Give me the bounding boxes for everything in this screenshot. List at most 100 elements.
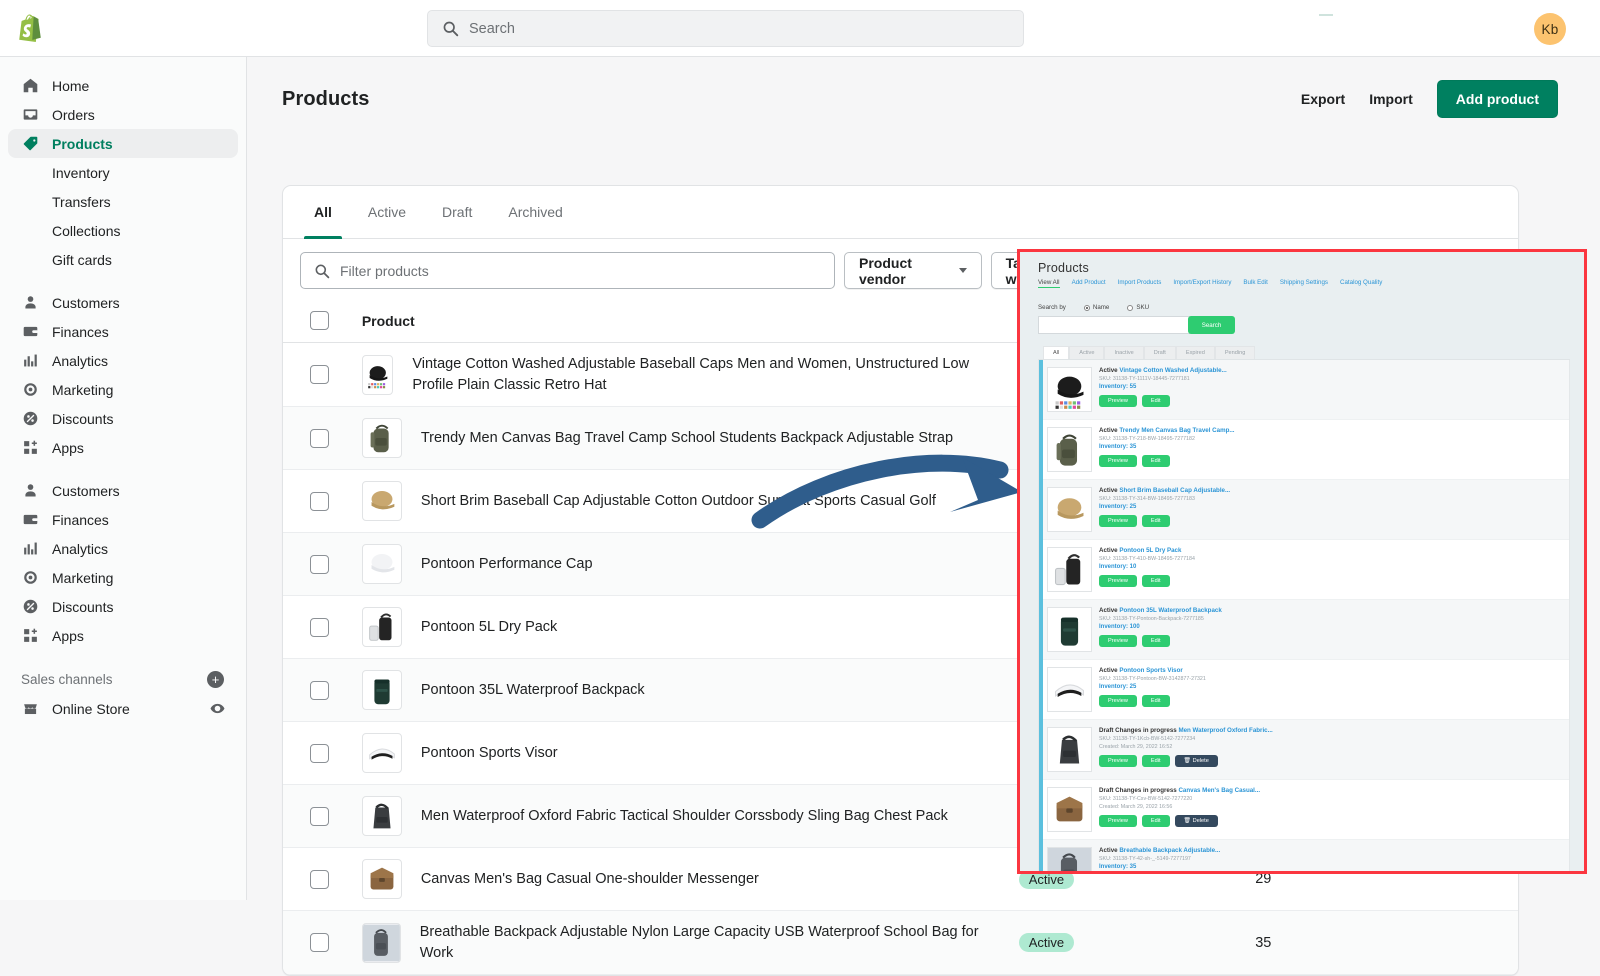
row-checkbox[interactable] [310, 491, 329, 511]
product-name[interactable]: Pontoon 35L Waterproof Backpack [421, 680, 645, 701]
sidebar-item-marketing[interactable]: Marketing [8, 375, 238, 404]
overlay-delete-button[interactable]: 🗑 Delete [1174, 815, 1218, 827]
sidebar-item-analytics-2[interactable]: Analytics [8, 534, 238, 563]
overlay-nav-link[interactable]: Shipping Settings [1280, 279, 1328, 288]
sidebar-item-customers-2[interactable]: Customers [8, 476, 238, 505]
overlay-product-row[interactable]: Draft Changes in progress Men Waterproof… [1039, 720, 1569, 780]
sidebar-item-marketing-2[interactable]: Marketing [8, 563, 238, 592]
overlay-edit-button[interactable]: Edit [1141, 515, 1170, 527]
user-avatar[interactable]: Kb [1534, 13, 1566, 45]
product-vendor-filter[interactable]: Product vendor [844, 252, 982, 289]
overlay-preview-button[interactable]: Preview [1099, 455, 1137, 467]
overlay-tab[interactable]: Pending [1214, 346, 1256, 359]
add-channel-icon[interactable]: + [207, 670, 224, 688]
overlay-tab[interactable]: Inactive [1104, 346, 1144, 359]
product-name[interactable]: Short Brim Baseball Cap Adjustable Cotto… [421, 491, 936, 512]
overlay-product-link[interactable]: Vintage Cotton Washed Adjustable... [1119, 367, 1226, 374]
overlay-search-button[interactable]: Search [1188, 316, 1235, 334]
shopify-logo[interactable] [0, 14, 60, 42]
sidebar-item-gift-cards[interactable]: Gift cards [8, 245, 238, 274]
col-product[interactable]: Product [361, 302, 1019, 343]
overlay-preview-button[interactable]: Preview [1099, 575, 1137, 587]
overlay-product-link[interactable]: Short Brim Baseball Cap Adjustable... [1119, 487, 1230, 494]
overlay-edit-button[interactable]: Edit [1141, 395, 1170, 407]
overlay-preview-button[interactable]: Preview [1099, 755, 1137, 767]
overlay-product-row[interactable]: Draft Changes in progress Canvas Men's B… [1039, 780, 1569, 840]
tab-all[interactable]: All [296, 186, 350, 239]
export-button[interactable]: Export [1301, 91, 1345, 107]
overlay-product-link[interactable]: Trendy Men Canvas Bag Travel Camp... [1119, 427, 1234, 434]
product-name[interactable]: Vintage Cotton Washed Adjustable Basebal… [412, 354, 998, 395]
overlay-nav-link[interactable]: Add Product [1072, 279, 1106, 288]
tab-draft[interactable]: Draft [424, 186, 490, 238]
overlay-nav-link[interactable]: Import/Export History [1173, 279, 1231, 288]
overlay-product-row[interactable]: Active Pontoon 5L Dry Pack SKU: 31138-TY-… [1039, 540, 1569, 600]
sidebar-item-products[interactable]: Products [8, 129, 238, 158]
sidebar-item-online-store[interactable]: Online Store [8, 694, 238, 723]
global-search-input[interactable]: Search [427, 10, 1024, 47]
overlay-preview-button[interactable]: Preview [1099, 815, 1137, 827]
add-product-button[interactable]: Add product [1436, 80, 1558, 118]
overlay-edit-button[interactable]: Edit [1141, 455, 1170, 467]
sidebar-item-discounts[interactable]: Discounts [8, 404, 238, 433]
overlay-product-row[interactable]: Active Pontoon 35L Waterproof Backpack SK… [1039, 600, 1569, 660]
product-name[interactable]: Pontoon Sports Visor [421, 743, 558, 764]
row-checkbox[interactable] [310, 743, 329, 763]
overlay-nav-link[interactable]: View All [1038, 279, 1060, 288]
product-name[interactable]: Pontoon 5L Dry Pack [421, 617, 557, 638]
tab-active[interactable]: Active [350, 186, 424, 238]
row-checkbox[interactable] [310, 365, 329, 385]
sidebar-item-apps-2[interactable]: Apps [8, 621, 238, 650]
overlay-tab[interactable]: Draft [1143, 346, 1176, 359]
overlay-nav-link[interactable]: Bulk Edit [1243, 279, 1267, 288]
sidebar-item-apps[interactable]: Apps [8, 433, 238, 462]
overlay-radio-sku[interactable]: SKU [1127, 304, 1149, 311]
sidebar-item-analytics[interactable]: Analytics [8, 346, 238, 375]
overlay-product-link[interactable]: Men Waterproof Oxford Fabric... [1178, 727, 1272, 734]
row-checkbox[interactable] [310, 428, 329, 448]
table-row[interactable]: Breathable Backpack Adjustable Nylon Lar… [283, 910, 1518, 976]
overlay-edit-button[interactable]: Edit [1141, 695, 1170, 707]
overlay-preview-button[interactable]: Preview [1099, 395, 1137, 407]
overlay-preview-button[interactable]: Preview [1099, 635, 1137, 647]
overlay-tab[interactable]: All [1043, 346, 1070, 359]
sidebar-item-orders[interactable]: Orders [8, 100, 238, 129]
product-name[interactable]: Pontoon Performance Cap [421, 554, 593, 575]
sidebar-item-home[interactable]: Home [8, 71, 238, 100]
sidebar-item-inventory[interactable]: Inventory [8, 158, 238, 187]
overlay-search-input[interactable] [1038, 316, 1190, 334]
product-name[interactable]: Breathable Backpack Adjustable Nylon Lar… [420, 922, 999, 963]
overlay-product-link[interactable]: Pontoon 35L Waterproof Backpack [1119, 607, 1221, 614]
overlay-delete-button[interactable]: 🗑 Delete [1174, 755, 1218, 767]
overlay-tab[interactable]: Expired [1175, 346, 1215, 359]
product-name[interactable]: Men Waterproof Oxford Fabric Tactical Sh… [421, 806, 948, 827]
overlay-nav-link[interactable]: Catalog Quality [1340, 279, 1382, 288]
sidebar-item-transfers[interactable]: Transfers [8, 187, 238, 216]
product-name[interactable]: Canvas Men's Bag Casual One-shoulder Mes… [421, 869, 759, 890]
row-checkbox[interactable] [310, 617, 329, 637]
sidebar-item-finances[interactable]: Finances [8, 317, 238, 346]
row-checkbox[interactable] [310, 806, 329, 826]
overlay-product-row[interactable]: Active Trendy Men Canvas Bag Travel Camp… [1039, 420, 1569, 480]
product-name[interactable]: Trendy Men Canvas Bag Travel Camp School… [421, 428, 953, 449]
overlay-nav-link[interactable]: Import Products [1118, 279, 1162, 288]
row-checkbox[interactable] [310, 869, 329, 889]
sidebar-item-customers[interactable]: Customers [8, 288, 238, 317]
row-checkbox[interactable] [310, 554, 329, 574]
eye-icon[interactable] [208, 699, 227, 718]
overlay-preview-button[interactable]: Preview [1099, 515, 1137, 527]
row-checkbox[interactable] [310, 680, 329, 700]
filter-products-input[interactable]: Filter products [300, 252, 835, 289]
overlay-edit-button[interactable]: Edit [1141, 575, 1170, 587]
row-checkbox[interactable] [310, 933, 329, 953]
overlay-product-link[interactable]: Pontoon 5L Dry Pack [1119, 547, 1181, 554]
overlay-product-link[interactable]: Canvas Men's Bag Casual... [1178, 787, 1260, 794]
sidebar-item-discounts-2[interactable]: Discounts [8, 592, 238, 621]
overlay-edit-button[interactable]: Edit [1141, 635, 1170, 647]
import-button[interactable]: Import [1369, 91, 1413, 107]
overlay-product-row[interactable]: Active Pontoon Sports Visor SKU: 31138-TY… [1039, 660, 1569, 720]
overlay-product-link[interactable]: Breathable Backpack Adjustable... [1119, 847, 1220, 854]
sidebar-item-finances-2[interactable]: Finances [8, 505, 238, 534]
sidebar-item-collections[interactable]: Collections [8, 216, 238, 245]
overlay-edit-button[interactable]: Edit [1141, 815, 1170, 827]
